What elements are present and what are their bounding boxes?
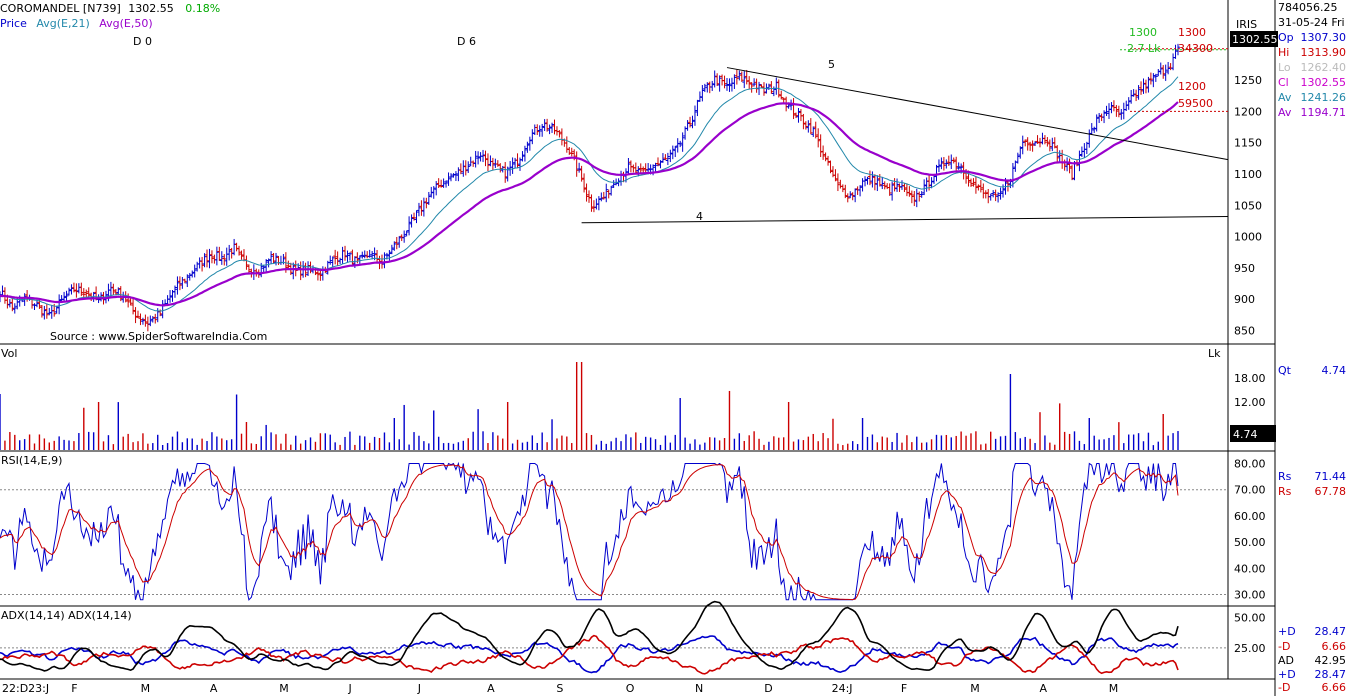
marker-d6: D 6 [457,35,476,48]
vol-last-value: 4.74 [1233,428,1258,441]
rsi-tick-label: 60.00 [1234,510,1266,523]
x-axis-label: M [279,682,289,695]
last-price-value: 1302.55 [1232,33,1278,46]
x-axis-label: D [764,682,772,695]
level-qty-annotation: 2.7 Lk [1127,42,1161,55]
price-tick-label: 1200 [1234,105,1262,118]
adx-panel-title: ADX(14,14) ADX(14,14) [1,609,132,622]
price-tick-label: 850 [1234,324,1255,337]
x-axis-label: M [141,682,151,695]
rsi-tick-label: 30.00 [1234,589,1266,602]
level-1200-qty: 59500 [1178,97,1213,110]
adx-minus-di: -D 6.66 [1278,640,1346,653]
vol-unit: Lk [1208,347,1221,360]
wave-label-5: 5 [828,58,835,71]
adx-value: AD 42.95 [1278,654,1346,667]
rsi-line [0,461,1179,602]
rsi-tick-label: 50.00 [1234,536,1266,549]
resistance-trendline [726,67,1229,161]
x-axis-label: N [695,682,703,695]
qt-readout: Qt 4.74 [1278,364,1346,377]
price-tick-label: 1000 [1234,231,1262,244]
adx-plus-di: +D 28.47 [1278,625,1346,638]
support-trendline [581,216,1229,224]
vol-tick-label: 18.00 [1234,372,1266,385]
level-1300-qty: 34300 [1178,42,1213,55]
chart-date: 31-05-24 Fri [1278,16,1345,29]
vol-tick-label: 12.00 [1234,396,1266,409]
adx-tick-label: 25.00 [1234,642,1266,655]
x-axis-label: S [556,682,563,695]
symbol-title: COROMANDEL [N739] 1302.55 0.18% [0,2,220,15]
rsi-readout: Rs 71.44 [1278,470,1346,483]
stock-chart: 850 900 950 1000 1050 1100 1150 1200 1250 12.00 18… [0,0,1278,696]
adx-minus-di-2: -D 6.66 [1278,681,1346,694]
x-axis-label: A [1040,682,1048,695]
rsi-signal-readout: Rs 67.78 [1278,485,1346,498]
vol-panel-title: Vol [1,347,17,360]
x-axis-label: F [901,682,907,695]
total-volume: 784056.25 [1278,1,1338,14]
x-axis-label: J [348,682,352,695]
x-axis-label: M [970,682,980,695]
adx-tick-label: 50.00 [1234,612,1266,625]
x-axis-label: A [487,682,495,695]
level-1200-label: 1200 [1178,80,1206,93]
price-tick-label: 1150 [1234,137,1262,150]
price-legend: Price Avg(E,21) Avg(E,50) [0,17,153,30]
x-axis-label: O [626,682,635,695]
avg-50-line [0,101,1179,307]
rsi-tick-label: 40.00 [1234,562,1266,575]
x-axis-label: 22:D23:J [2,682,49,695]
wave-label-4: 4 [696,210,703,223]
ohlc-close: Cl 1302.55 [1278,76,1346,89]
rsi-panel-title: RSI(14,E,9) [1,454,62,467]
level-1300-label: 1300 [1178,26,1206,39]
x-axis-label: J [417,682,421,695]
x-axis-label: 24:J [832,682,853,695]
price-tick-label: 900 [1234,293,1255,306]
source-text: Source : www.SpiderSoftwareIndia.Com [50,330,267,343]
price-tick-label: 1050 [1234,199,1262,212]
ohlc-high: Hi 1313.90 [1278,46,1346,59]
avg-21-value: Av 1241.26 [1278,91,1346,104]
rsi-signal-line [0,464,1179,601]
rsi-tick-label: 80.00 [1234,457,1266,470]
level-1300-annotation: 1300 [1129,26,1157,39]
ohlc-open: Op 1307.30 [1278,31,1346,44]
x-axis-label: F [71,682,77,695]
x-axis-label: A [210,682,218,695]
adx-plus-di-2: +D 28.47 [1278,668,1346,681]
x-axis-label: M [1109,682,1119,695]
ohlc-low: Lo 1262.40 [1278,61,1346,74]
adx-line [0,600,1179,672]
avg-50-value: Av 1194.71 [1278,106,1346,119]
iris-label: IRIS [1236,18,1257,31]
price-tick-label: 1250 [1234,74,1262,87]
price-tick-label: 950 [1234,262,1255,275]
price-tick-label: 1100 [1234,168,1262,181]
rsi-tick-label: 70.00 [1234,484,1266,497]
marker-d0: D 0 [133,35,152,48]
